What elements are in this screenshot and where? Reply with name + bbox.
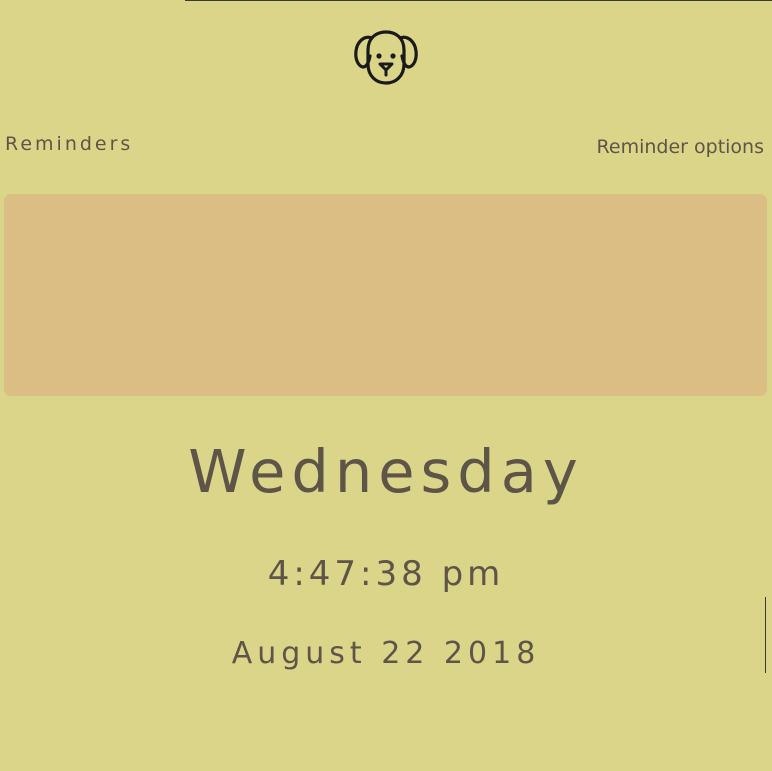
day-of-week: Wednesday bbox=[188, 437, 584, 506]
text-cursor bbox=[765, 597, 766, 673]
reminders-heading: Reminders bbox=[5, 133, 134, 155]
top-divider bbox=[185, 0, 772, 1]
current-date: August 22 2018 bbox=[231, 636, 541, 671]
reminders-panel[interactable] bbox=[4, 194, 767, 396]
clock-time: 4:47:38 pm bbox=[267, 554, 505, 594]
reminder-options-link[interactable]: Reminder options bbox=[597, 136, 764, 158]
dog-face-icon bbox=[352, 28, 420, 88]
